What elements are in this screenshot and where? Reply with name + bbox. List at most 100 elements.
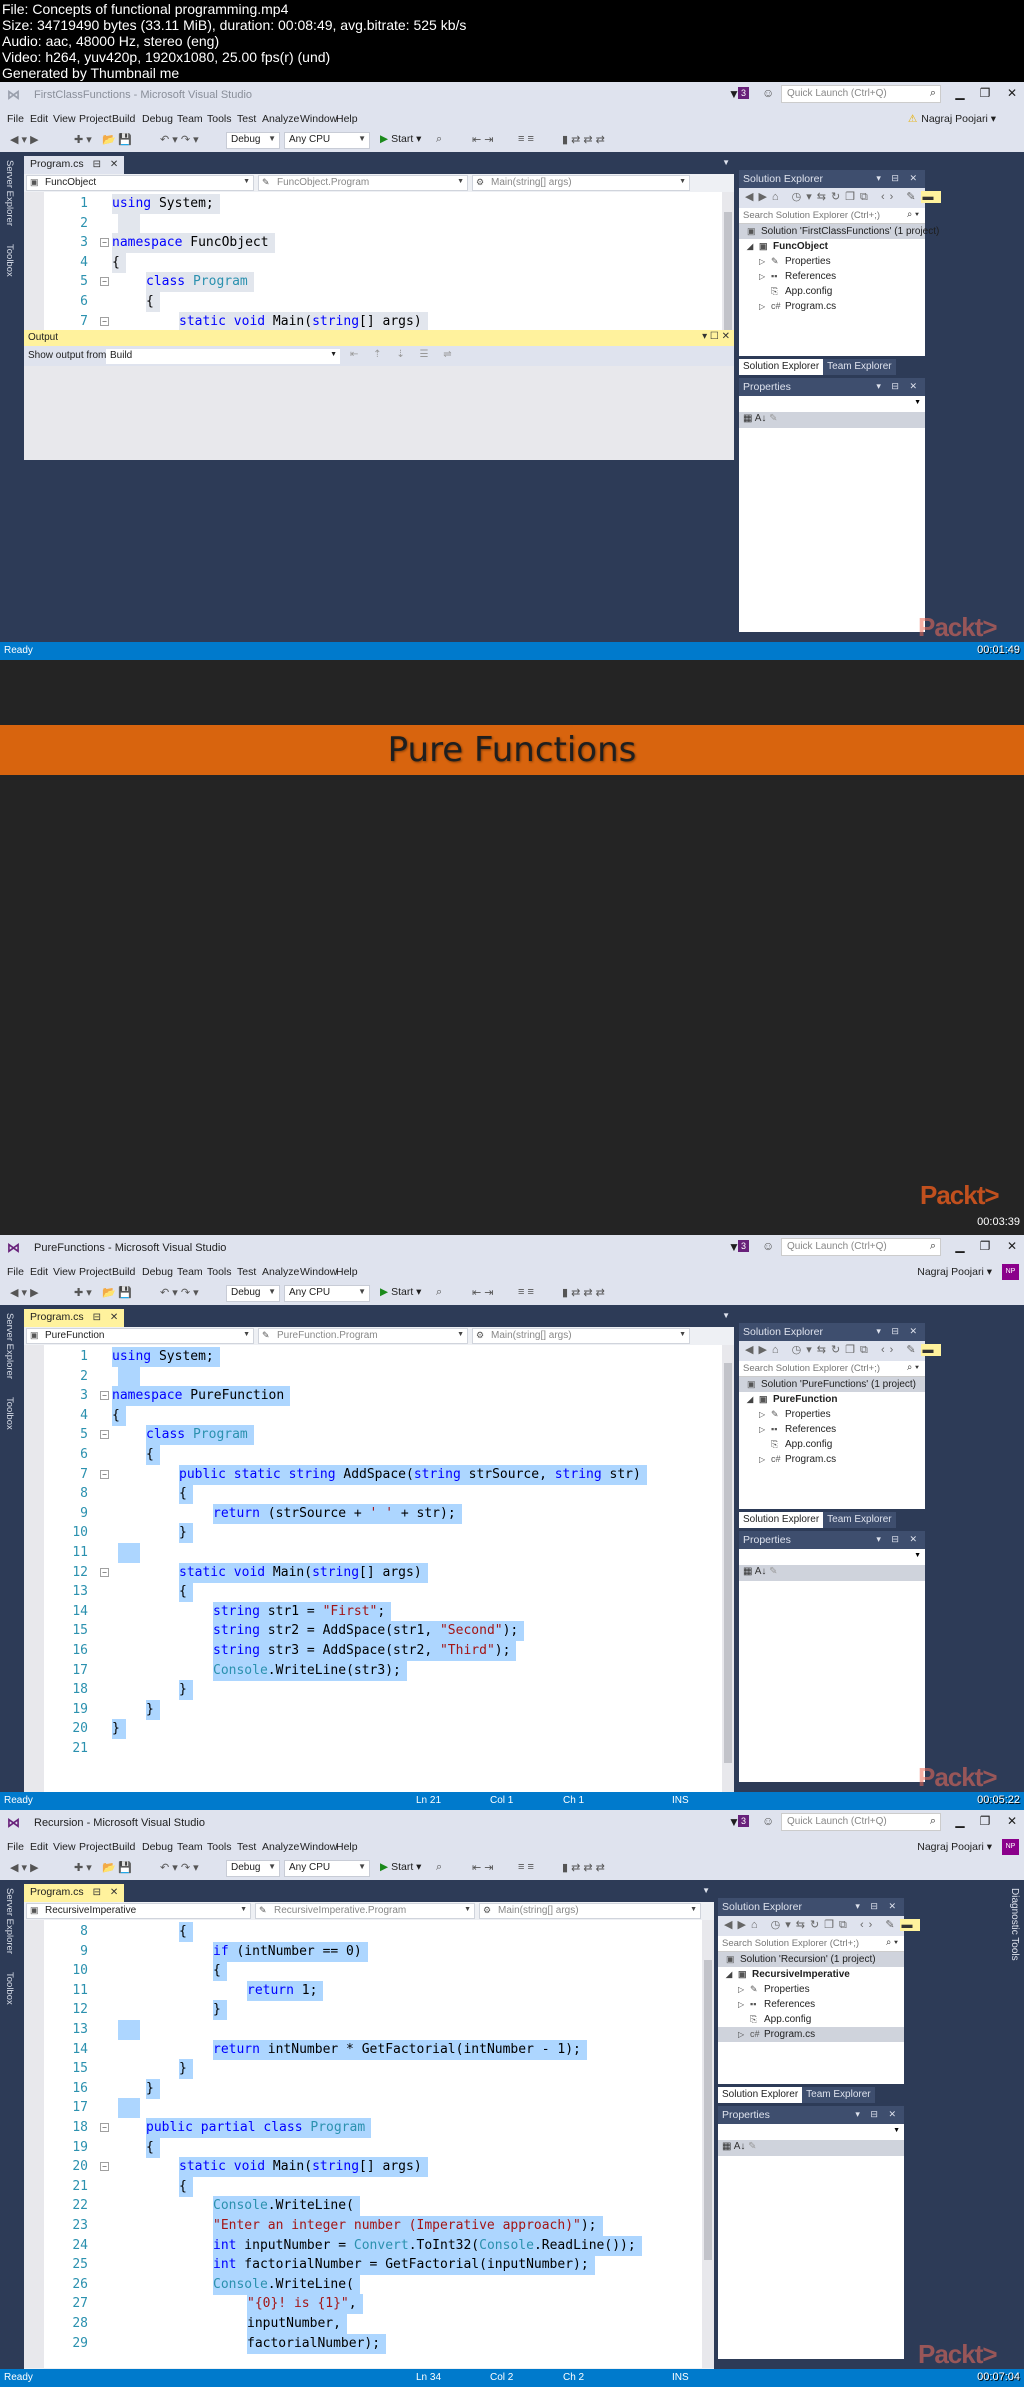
menu-item-file[interactable]: File <box>7 113 24 125</box>
type-scope-select[interactable]: ✎ RecursiveImperative.Program ▼ <box>255 1903 475 1919</box>
code-line[interactable]: 9 if (intNumber == 0) <box>44 1941 694 1962</box>
categorized-icon[interactable]: ▦ <box>743 413 752 424</box>
pin-icon[interactable]: ⊟ <box>93 1312 101 1323</box>
code-line[interactable]: 22 Console.WriteLine( <box>44 2196 694 2217</box>
tree-item-references[interactable]: ▷ ▪▪ References <box>739 1422 925 1437</box>
type-scope-select[interactable]: ✎ PureFunction.Program ▼ <box>258 1328 468 1344</box>
code-line[interactable]: 7 − static void Main(string[] args) <box>44 311 714 332</box>
code-line[interactable]: 3 − namespace FuncObject <box>44 233 714 254</box>
tree-item-properties[interactable]: ▷ ✎ Properties <box>718 1982 904 1997</box>
close-tab-icon[interactable]: ✕ <box>110 1887 118 1898</box>
menu-item-analyze[interactable]: Analyze <box>262 113 299 125</box>
menu-item-build[interactable]: Build <box>112 1266 135 1278</box>
solution-explorer-toolbar[interactable]: ◀▶⌂ ◷▾⇆↻❐⧉ ‹› ✎ ▬ <box>739 188 941 208</box>
collapse-icon[interactable]: − <box>100 1430 109 1440</box>
toolbox-tab[interactable]: Toolbox <box>4 1972 15 2005</box>
close-button[interactable]: ✕ <box>1005 86 1019 100</box>
find-icon[interactable]: ⌕ <box>436 1861 442 1874</box>
configuration-select[interactable]: Debug ▼ <box>226 1285 280 1302</box>
sync-active-icon[interactable]: ▬ <box>899 1919 920 1931</box>
close-tab-icon[interactable]: ✕ <box>110 159 118 170</box>
member-scope-select[interactable]: ⚙ Main(string[] args) ▼ <box>472 175 690 191</box>
quick-launch-input[interactable]: Quick Launch (Ctrl+Q) ⌕ <box>781 1238 941 1256</box>
collapse-icon[interactable]: − <box>100 2162 109 2172</box>
tree-item-project[interactable]: ◢ ▣ PureFunction <box>739 1392 925 1407</box>
server-explorer-tab[interactable]: Server Explorer <box>4 1888 15 1954</box>
solution-explorer-toolbar[interactable]: ◀▶⌂ ◷▾⇆↻❐⧉ ‹› ✎ ▬ <box>718 1916 920 1936</box>
menu-item-debug[interactable]: Debug <box>142 113 173 125</box>
tree-item-project[interactable]: ◢ ▣ RecursiveImperative <box>718 1967 904 1982</box>
feedback-icon[interactable]: ☺ <box>762 86 774 100</box>
server-explorer-tab[interactable]: Server Explorer <box>4 1313 15 1379</box>
menu-item-view[interactable]: View <box>53 1841 76 1853</box>
code-line[interactable]: 4{ <box>44 1405 714 1426</box>
solution-search-input[interactable]: Search Solution Explorer (Ctrl+;) ⌕ ▾ <box>718 1936 904 1952</box>
code-line[interactable]: 6{ <box>44 292 714 312</box>
collapse-icon[interactable]: − <box>100 1567 109 1577</box>
properties-object-select[interactable]: ▼ <box>739 396 925 412</box>
tab-overflow-icon[interactable]: ▼ <box>722 1311 730 1320</box>
categorized-icon[interactable]: ▦ <box>722 2141 731 2152</box>
code-line[interactable]: 19} <box>44 1699 714 1720</box>
panel-window-controls[interactable]: ▾ ⊟ ✕ <box>876 1326 921 1337</box>
menu-item-project[interactable]: Project <box>79 1841 112 1853</box>
code-line[interactable]: 21 <box>44 1739 714 1759</box>
menu-item-debug[interactable]: Debug <box>142 1841 173 1853</box>
tree-item-properties[interactable]: ▷ ✎ Properties <box>739 254 925 269</box>
menu-item-window[interactable]: Window <box>300 113 337 125</box>
close-button[interactable]: ✕ <box>1005 1814 1019 1828</box>
new-project-icon[interactable]: ✚ ▾ <box>74 133 92 146</box>
platform-select[interactable]: Any CPU ▼ <box>284 1285 370 1302</box>
code-line[interactable]: 15 string str2 = AddSpace(str1, "Second")… <box>44 1621 714 1642</box>
property-pages-icon[interactable]: ✎ <box>748 2141 756 2152</box>
platform-select[interactable]: Any CPU ▼ <box>284 132 370 149</box>
menu-item-edit[interactable]: Edit <box>30 1266 48 1278</box>
alphabetical-icon[interactable]: A↓ <box>755 413 767 424</box>
menu-item-edit[interactable]: Edit <box>30 113 48 125</box>
code-editor[interactable]: 1 using System; 2 3− namespace PureFunction… <box>24 1345 734 1810</box>
code-line[interactable]: 8{ <box>44 1922 694 1942</box>
tree-item-program-cs[interactable]: ▷ c# Program.cs <box>739 1452 925 1467</box>
properties-object-select[interactable]: ▼ <box>739 1549 925 1565</box>
toolbox-tab[interactable]: Toolbox <box>4 1397 15 1430</box>
menu-item-tools[interactable]: Tools <box>207 1841 232 1853</box>
panel-tab-team-explorer[interactable]: Team Explorer <box>823 1512 896 1528</box>
restore-button[interactable]: ❐ <box>978 1814 992 1828</box>
code-line[interactable]: 2 <box>44 213 714 234</box>
open-file-icon[interactable]: 📂 <box>102 1286 116 1299</box>
code-line[interactable]: 25 int factorialNumber = GetFactorial(inp… <box>44 2255 694 2276</box>
restore-button[interactable]: ❐ <box>978 86 992 100</box>
format-icons[interactable]: ⇤ ⇥ <box>472 133 494 146</box>
properties-toolbar[interactable]: ▦ A↓ ✎ <box>718 2140 904 2156</box>
panel-window-controls[interactable]: ▾ ⊟ ✕ <box>876 381 921 392</box>
notification-count-badge[interactable]: 3 <box>738 87 749 99</box>
toolbox-tab[interactable]: Toolbox <box>4 244 15 277</box>
tree-item-solution[interactable]: ▣ Solution 'PureFunctions' (1 project) <box>739 1377 925 1392</box>
code-line[interactable]: 5 − class Program <box>44 272 714 293</box>
notification-count-badge[interactable]: 3 <box>738 1240 749 1252</box>
configuration-select[interactable]: Debug ▼ <box>226 132 280 149</box>
output-source-select[interactable]: Build ▼ <box>106 349 340 364</box>
tree-item-program-cs[interactable]: ▷ c# Program.cs <box>718 2027 904 2042</box>
code-line[interactable]: 17 <box>44 2098 694 2119</box>
alphabetical-icon[interactable]: A↓ <box>734 2141 746 2152</box>
bookmark-icon[interactable]: ▮ ⇄ ⇄ ⇄ <box>562 133 605 146</box>
comment-icons[interactable]: ≡ ≡ <box>518 1286 534 1298</box>
code-line[interactable]: 18 − public partial class Program <box>44 2118 694 2138</box>
save-icon[interactable]: 💾 <box>118 1286 132 1299</box>
panel-window-controls[interactable]: ▾ ⊟ ✕ <box>855 1901 900 1912</box>
diagnostic-tools-tab[interactable]: Diagnostic Tools <box>1006 1880 1024 2367</box>
collapse-icon[interactable]: − <box>100 316 109 326</box>
output-tool-icons[interactable]: ⇤ ⇡ ⇣ ☰ ⇌ <box>350 349 458 360</box>
comment-icons[interactable]: ≡ ≡ <box>518 133 534 145</box>
code-editor[interactable]: 8{9 if (intNumber == 0) 10{11 return 1; 12} 1… <box>24 1920 714 2382</box>
project-scope-select[interactable]: ▣ FuncObject ▼ <box>26 175 254 191</box>
pin-icon[interactable]: ⊟ <box>93 1887 101 1898</box>
panel-tab-team-explorer[interactable]: Team Explorer <box>802 2087 875 2103</box>
tree-item-solution[interactable]: ▣ Solution 'Recursion' (1 project) <box>718 1952 904 1967</box>
menu-item-help[interactable]: Help <box>336 113 358 125</box>
menu-item-analyze[interactable]: Analyze <box>262 1841 299 1853</box>
code-line[interactable]: 6{ <box>44 1445 714 1465</box>
code-line[interactable]: 13 { <box>44 1582 714 1603</box>
new-project-icon[interactable]: ✚ ▾ <box>74 1286 92 1299</box>
